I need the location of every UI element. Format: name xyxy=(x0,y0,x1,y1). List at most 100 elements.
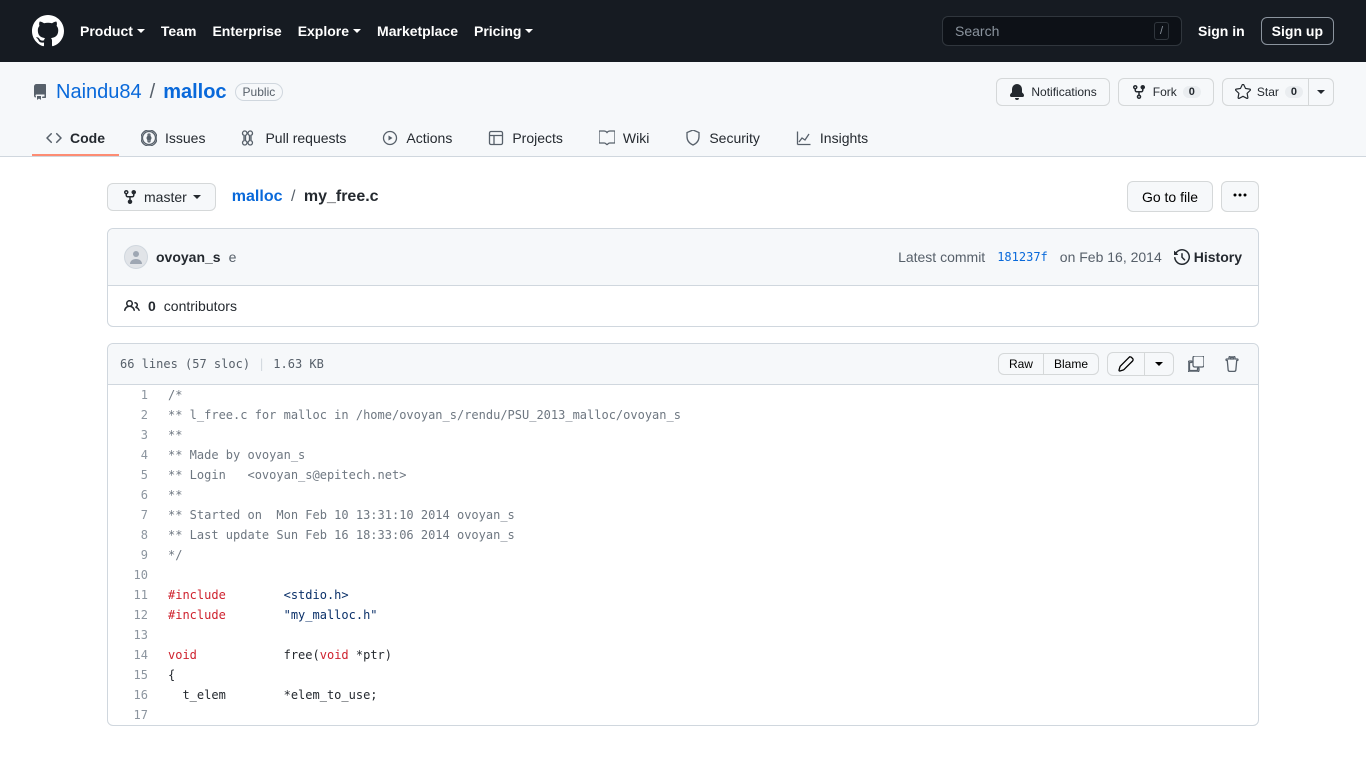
repo-icon xyxy=(32,84,48,100)
chevron-down-icon xyxy=(1317,90,1325,94)
line-content: ** Login <ovoyan_s@epitech.net> xyxy=(158,465,1258,485)
line-content: { xyxy=(158,665,1258,685)
line-number[interactable]: 7 xyxy=(108,505,158,525)
line-number[interactable]: 10 xyxy=(108,565,158,585)
fork-button[interactable]: Fork 0 xyxy=(1118,78,1214,106)
tab-wiki[interactable]: Wiki xyxy=(585,122,663,156)
line-number[interactable]: 5 xyxy=(108,465,158,485)
repo-tabs: Code Issues Pull requests Actions Projec… xyxy=(32,122,1334,156)
nav-pricing[interactable]: Pricing xyxy=(474,23,533,39)
line-content: #include <stdio.h> xyxy=(158,585,1258,605)
commit-author[interactable]: ovoyan_s xyxy=(156,249,221,265)
edit-menu-button[interactable] xyxy=(1144,352,1174,376)
tab-actions[interactable]: Actions xyxy=(368,122,466,156)
line-number[interactable]: 2 xyxy=(108,405,158,425)
commit-box: ovoyan_s e Latest commit 181237f on Feb … xyxy=(107,228,1259,327)
code-line: 15{ xyxy=(108,665,1258,685)
raw-button[interactable]: Raw xyxy=(998,353,1044,375)
history-button[interactable]: History xyxy=(1174,249,1242,265)
code-line: 13 xyxy=(108,625,1258,645)
code-line: 9*/ xyxy=(108,545,1258,565)
line-content xyxy=(158,565,1258,585)
code-line: 5** Login <ovoyan_s@epitech.net> xyxy=(108,465,1258,485)
code-line: 8** Last update Sun Feb 16 18:33:06 2014… xyxy=(108,525,1258,545)
branch-select-button[interactable]: master xyxy=(107,183,216,211)
line-content: void free(void *ptr) xyxy=(158,645,1258,665)
star-icon xyxy=(1235,84,1251,100)
branch-icon xyxy=(122,189,138,205)
tab-code[interactable]: Code xyxy=(32,122,119,156)
fork-icon xyxy=(1131,84,1147,100)
pencil-icon xyxy=(1118,356,1134,372)
line-number[interactable]: 15 xyxy=(108,665,158,685)
more-options-button[interactable] xyxy=(1221,181,1259,212)
github-logo[interactable] xyxy=(32,15,64,47)
blame-button[interactable]: Blame xyxy=(1043,353,1099,375)
line-content: ** xyxy=(158,485,1258,505)
notifications-button[interactable]: Notifications xyxy=(996,78,1109,106)
commit-date: on Feb 16, 2014 xyxy=(1060,249,1162,265)
line-number[interactable]: 1 xyxy=(108,385,158,405)
code-line: 1/* xyxy=(108,385,1258,405)
avatar[interactable] xyxy=(124,245,148,269)
repo-actions: Notifications Fork 0 Star 0 xyxy=(996,78,1334,106)
nav-enterprise[interactable]: Enterprise xyxy=(212,23,281,39)
breadcrumb-root[interactable]: malloc xyxy=(232,188,283,205)
go-to-file-button[interactable]: Go to file xyxy=(1127,181,1213,212)
signup-button[interactable]: Sign up xyxy=(1261,17,1334,45)
star-menu-button[interactable] xyxy=(1308,78,1334,106)
line-number[interactable]: 16 xyxy=(108,685,158,705)
breadcrumb: malloc / my_free.c xyxy=(232,188,379,206)
search-input[interactable] xyxy=(955,23,1135,39)
nav-marketplace[interactable]: Marketplace xyxy=(377,23,458,39)
code-line: 10 xyxy=(108,565,1258,585)
commit-message[interactable]: e xyxy=(229,249,237,265)
chevron-down-icon xyxy=(137,29,145,33)
line-number[interactable]: 13 xyxy=(108,625,158,645)
repo-owner-link[interactable]: Naindu84 xyxy=(56,81,142,104)
code-line: 11#include <stdio.h> xyxy=(108,585,1258,605)
line-number[interactable]: 6 xyxy=(108,485,158,505)
tab-pull-requests[interactable]: Pull requests xyxy=(227,122,360,156)
line-number[interactable]: 8 xyxy=(108,525,158,545)
nav-team[interactable]: Team xyxy=(161,23,197,39)
copy-button[interactable] xyxy=(1182,352,1210,376)
contributors-row: 0 contributors xyxy=(108,286,1258,326)
commit-author-section: ovoyan_s e xyxy=(124,245,236,269)
line-content: ** Started on Mon Feb 10 13:31:10 2014 o… xyxy=(158,505,1258,525)
header-right: / Sign in Sign up xyxy=(942,16,1334,46)
repo-name-link[interactable]: malloc xyxy=(163,81,226,104)
line-number[interactable]: 14 xyxy=(108,645,158,665)
tab-insights[interactable]: Insights xyxy=(782,122,882,156)
search-box[interactable]: / xyxy=(942,16,1182,46)
signin-link[interactable]: Sign in xyxy=(1198,23,1245,39)
line-content: ** Made by ovoyan_s xyxy=(158,445,1258,465)
tab-projects[interactable]: Projects xyxy=(474,122,577,156)
people-icon xyxy=(124,298,140,314)
breadcrumb-current: my_free.c xyxy=(304,188,379,205)
delete-button[interactable] xyxy=(1218,352,1246,376)
code-line: 14void free(void *ptr) xyxy=(108,645,1258,665)
commit-sha[interactable]: 181237f xyxy=(997,250,1048,264)
file-box: 66 lines (57 sloc) | 1.63 KB Raw Blame 1… xyxy=(107,343,1259,726)
copy-icon xyxy=(1188,356,1204,372)
code-line: 17 xyxy=(108,705,1258,725)
line-number[interactable]: 9 xyxy=(108,545,158,565)
line-number[interactable]: 3 xyxy=(108,425,158,445)
star-button[interactable]: Star 0 xyxy=(1222,78,1316,106)
repo-header: Naindu84 / malloc Public Notifications F… xyxy=(0,62,1366,157)
global-header: Product Team Enterprise Explore Marketpl… xyxy=(0,0,1366,62)
code-line: 3** xyxy=(108,425,1258,445)
line-number[interactable]: 4 xyxy=(108,445,158,465)
edit-button[interactable] xyxy=(1107,352,1145,376)
line-number[interactable]: 17 xyxy=(108,705,158,725)
line-number[interactable]: 11 xyxy=(108,585,158,605)
code-line: 4** Made by ovoyan_s xyxy=(108,445,1258,465)
nav-product[interactable]: Product xyxy=(80,23,145,39)
tab-security[interactable]: Security xyxy=(671,122,774,156)
contributors-count: 0 xyxy=(148,298,156,314)
kebab-icon xyxy=(1232,187,1248,203)
line-number[interactable]: 12 xyxy=(108,605,158,625)
tab-issues[interactable]: Issues xyxy=(127,122,219,156)
nav-explore[interactable]: Explore xyxy=(298,23,361,39)
